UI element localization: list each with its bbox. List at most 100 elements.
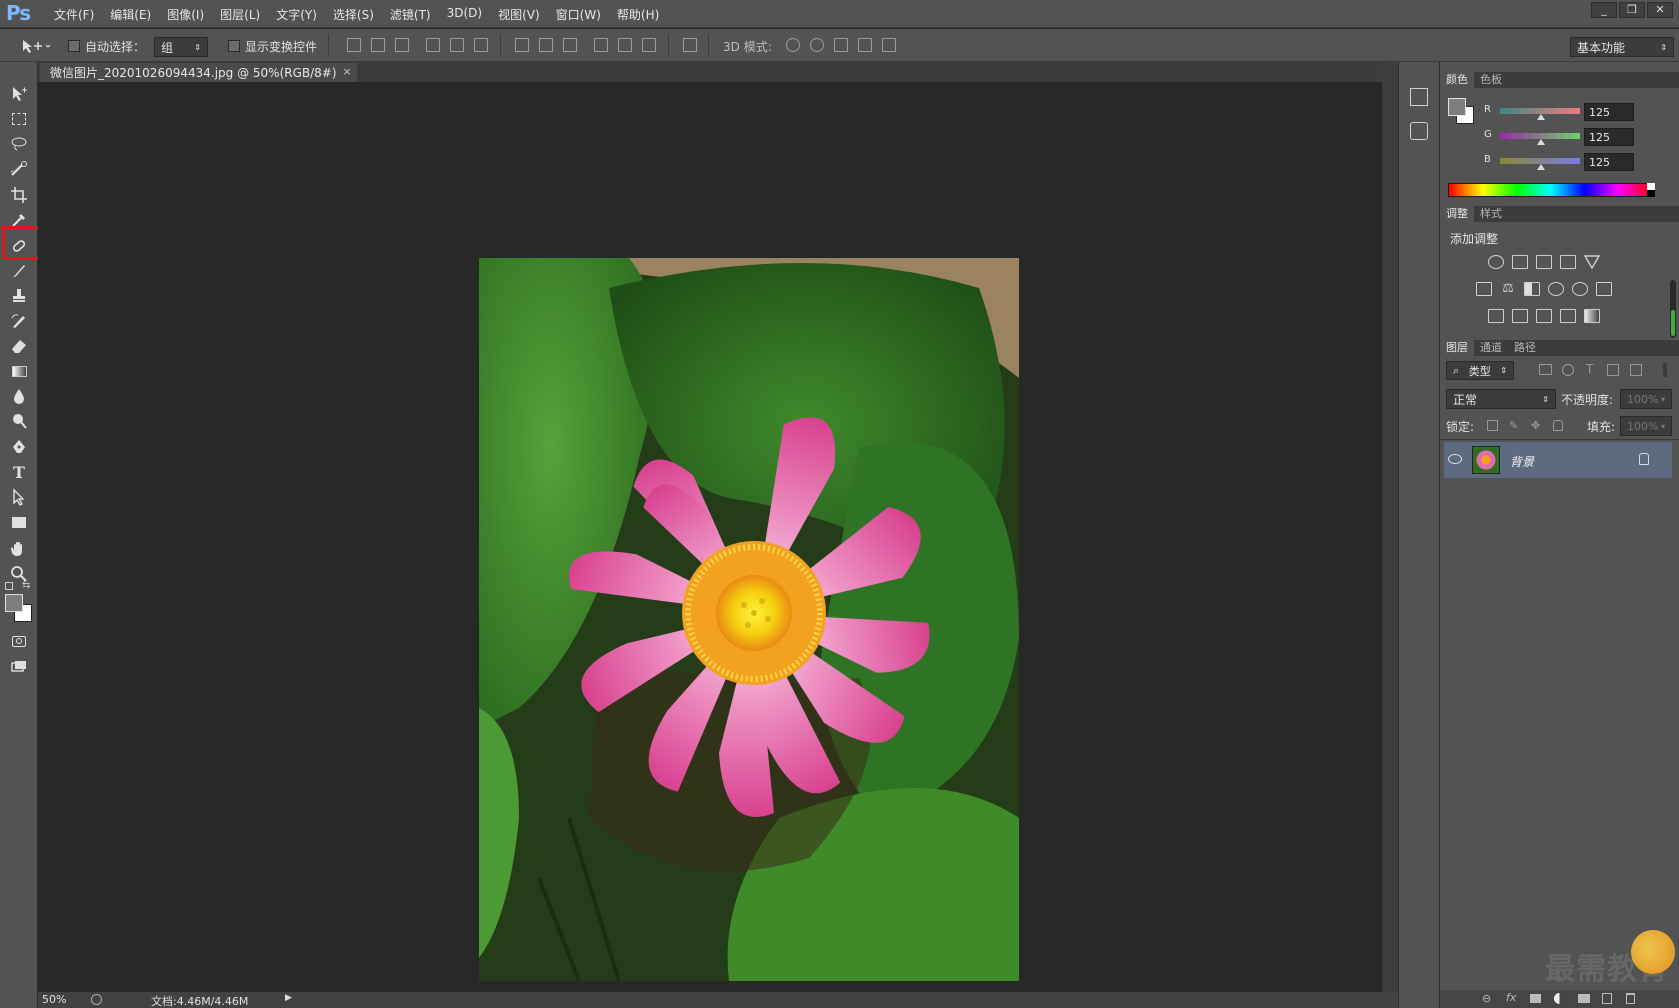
new-layer-icon[interactable] [1602,993,1612,1004]
blend-mode-dropdown[interactable]: 正常 ⇕ [1446,389,1556,409]
fx-icon[interactable]: fx [1506,991,1516,1004]
ramp-white-chip[interactable] [1647,183,1655,190]
photo-filter-icon[interactable] [1548,282,1564,296]
3d-pan-icon[interactable] [834,38,848,52]
auto-select-toggle[interactable]: 自动选择： [68,37,145,55]
link-layers-icon[interactable]: ⊖ [1482,992,1491,1005]
tab-layers[interactable]: 图层 [1440,340,1474,356]
tab-adjustments[interactable]: 调整 [1440,206,1474,222]
lock-position-icon[interactable]: ✥ [1531,420,1542,431]
3d-scale-icon[interactable] [882,38,896,52]
distribute-bottom-icon[interactable] [563,38,577,52]
properties-panel-icon[interactable] [1410,122,1428,140]
gradient-tool-icon[interactable] [6,359,32,383]
healing-brush-tool-icon[interactable] [6,234,32,258]
align-top-icon[interactable] [347,38,361,52]
history-panel-icon[interactable] [1410,88,1428,106]
color-lookup-icon[interactable] [1596,282,1612,296]
close-window-button[interactable]: ✕ [1647,2,1673,18]
eraser-tool-icon[interactable] [6,334,32,358]
hand-tool-icon[interactable] [6,537,32,561]
new-group-icon[interactable] [1578,994,1590,1003]
blur-tool-icon[interactable] [6,384,32,408]
adjustments-scrollbar[interactable] [1670,280,1676,338]
align-left-icon[interactable] [426,38,440,52]
history-brush-tool-icon[interactable] [6,309,32,333]
screen-mode-icon[interactable] [6,655,32,679]
quick-selection-tool-icon[interactable] [6,157,32,181]
quick-mask-icon[interactable] [6,629,32,653]
posterize-icon[interactable] [1512,309,1528,323]
foreground-color-swatch[interactable] [5,594,23,612]
green-value-input[interactable]: 125 [1584,128,1634,146]
distribute-top-icon[interactable] [515,38,529,52]
layer-filter-dropdown[interactable]: ⌕ 类型 ⇕ [1446,361,1514,380]
show-transform-toggle[interactable]: 显示变换控件 [228,37,317,55]
workspace-dropdown[interactable]: 基本功能 ⇕ [1570,37,1674,57]
tab-swatches[interactable]: 色板 [1474,72,1508,88]
document-tab[interactable]: 微信图片_20201026094434.jpg @ 50%(RGB/8#) × [40,63,357,82]
filter-shape-icon[interactable] [1607,364,1619,376]
lock-all-icon[interactable] [1553,420,1563,431]
tab-styles[interactable]: 样式 [1474,206,1508,222]
auto-align-icon[interactable] [683,38,697,52]
marquee-tool-icon[interactable] [6,107,32,131]
lock-pixels-icon[interactable]: ✎ [1509,420,1520,431]
swap-colors-icon[interactable]: ⇆ [22,580,30,591]
red-slider-knob[interactable] [1537,114,1545,120]
zoom-level[interactable]: 50% [42,993,66,1006]
black-white-icon[interactable] [1524,282,1540,296]
align-right-icon[interactable] [474,38,488,52]
vibrance-icon[interactable] [1583,255,1601,270]
show-transform-checkbox[interactable] [228,40,240,52]
menu-filter[interactable]: 滤镜(T) [382,6,439,23]
hue-saturation-icon[interactable] [1476,282,1492,296]
menu-type[interactable]: 文字(Y) [268,6,325,23]
curves-icon[interactable] [1536,255,1552,269]
new-adjustment-icon[interactable] [1554,993,1565,1004]
filter-pixel-icon[interactable] [1539,364,1552,375]
lock-transparent-icon[interactable] [1487,420,1498,431]
trash-icon[interactable] [1626,993,1635,1004]
canvas-area[interactable] [38,82,1398,992]
blue-slider-knob[interactable] [1537,164,1545,170]
selective-color-icon[interactable] [1560,309,1576,323]
distribute-vcenter-icon[interactable] [539,38,553,52]
adjustments-scroll-thumb[interactable] [1671,310,1675,336]
opacity-input[interactable]: 100% ▾ [1620,389,1672,409]
close-tab-icon[interactable]: × [342,65,351,78]
green-slider-knob[interactable] [1537,139,1545,145]
filter-adjustment-icon[interactable] [1562,364,1574,376]
path-selection-tool-icon[interactable] [6,485,32,509]
eye-icon[interactable] [1448,454,1462,464]
menu-file[interactable]: 文件(F) [46,6,102,23]
menu-view[interactable]: 视图(V) [490,6,548,23]
status-menu-arrow-icon[interactable]: ▶ [285,993,292,1003]
menu-help[interactable]: 帮助(H) [609,6,667,23]
color-panel-foreground-swatch[interactable] [1448,98,1466,116]
dodge-tool-icon[interactable] [6,409,32,433]
align-hcenter-icon[interactable] [450,38,464,52]
distribute-left-icon[interactable] [594,38,608,52]
menu-image[interactable]: 图像(I) [159,6,212,23]
color-balance-icon[interactable]: ⚖ [1500,282,1516,296]
ramp-black-chip[interactable] [1647,190,1655,197]
filter-toggle-icon[interactable] [1663,363,1667,377]
status-info-icon[interactable] [91,994,102,1005]
crop-tool-icon[interactable] [6,183,32,207]
move-tool-icon[interactable] [6,82,32,106]
canvas-vertical-scrollbar[interactable] [1382,62,1398,1008]
auto-select-checkbox[interactable] [68,40,80,52]
type-tool-icon[interactable]: T [6,460,32,484]
layer-name[interactable]: 背景 [1510,453,1534,470]
clone-stamp-tool-icon[interactable] [6,284,32,308]
3d-rotate-icon[interactable] [786,38,800,52]
tab-channels[interactable]: 通道 [1474,340,1508,356]
red-value-input[interactable]: 125 [1584,103,1634,121]
filter-smart-object-icon[interactable] [1630,364,1642,376]
exposure-icon[interactable] [1560,255,1576,269]
auto-select-dropdown[interactable]: 组 ⇕ [154,37,208,57]
menu-window[interactable]: 窗口(W) [548,6,609,23]
move-tool-preset-icon[interactable] [20,37,50,55]
filter-type-icon[interactable]: T [1586,362,1593,376]
